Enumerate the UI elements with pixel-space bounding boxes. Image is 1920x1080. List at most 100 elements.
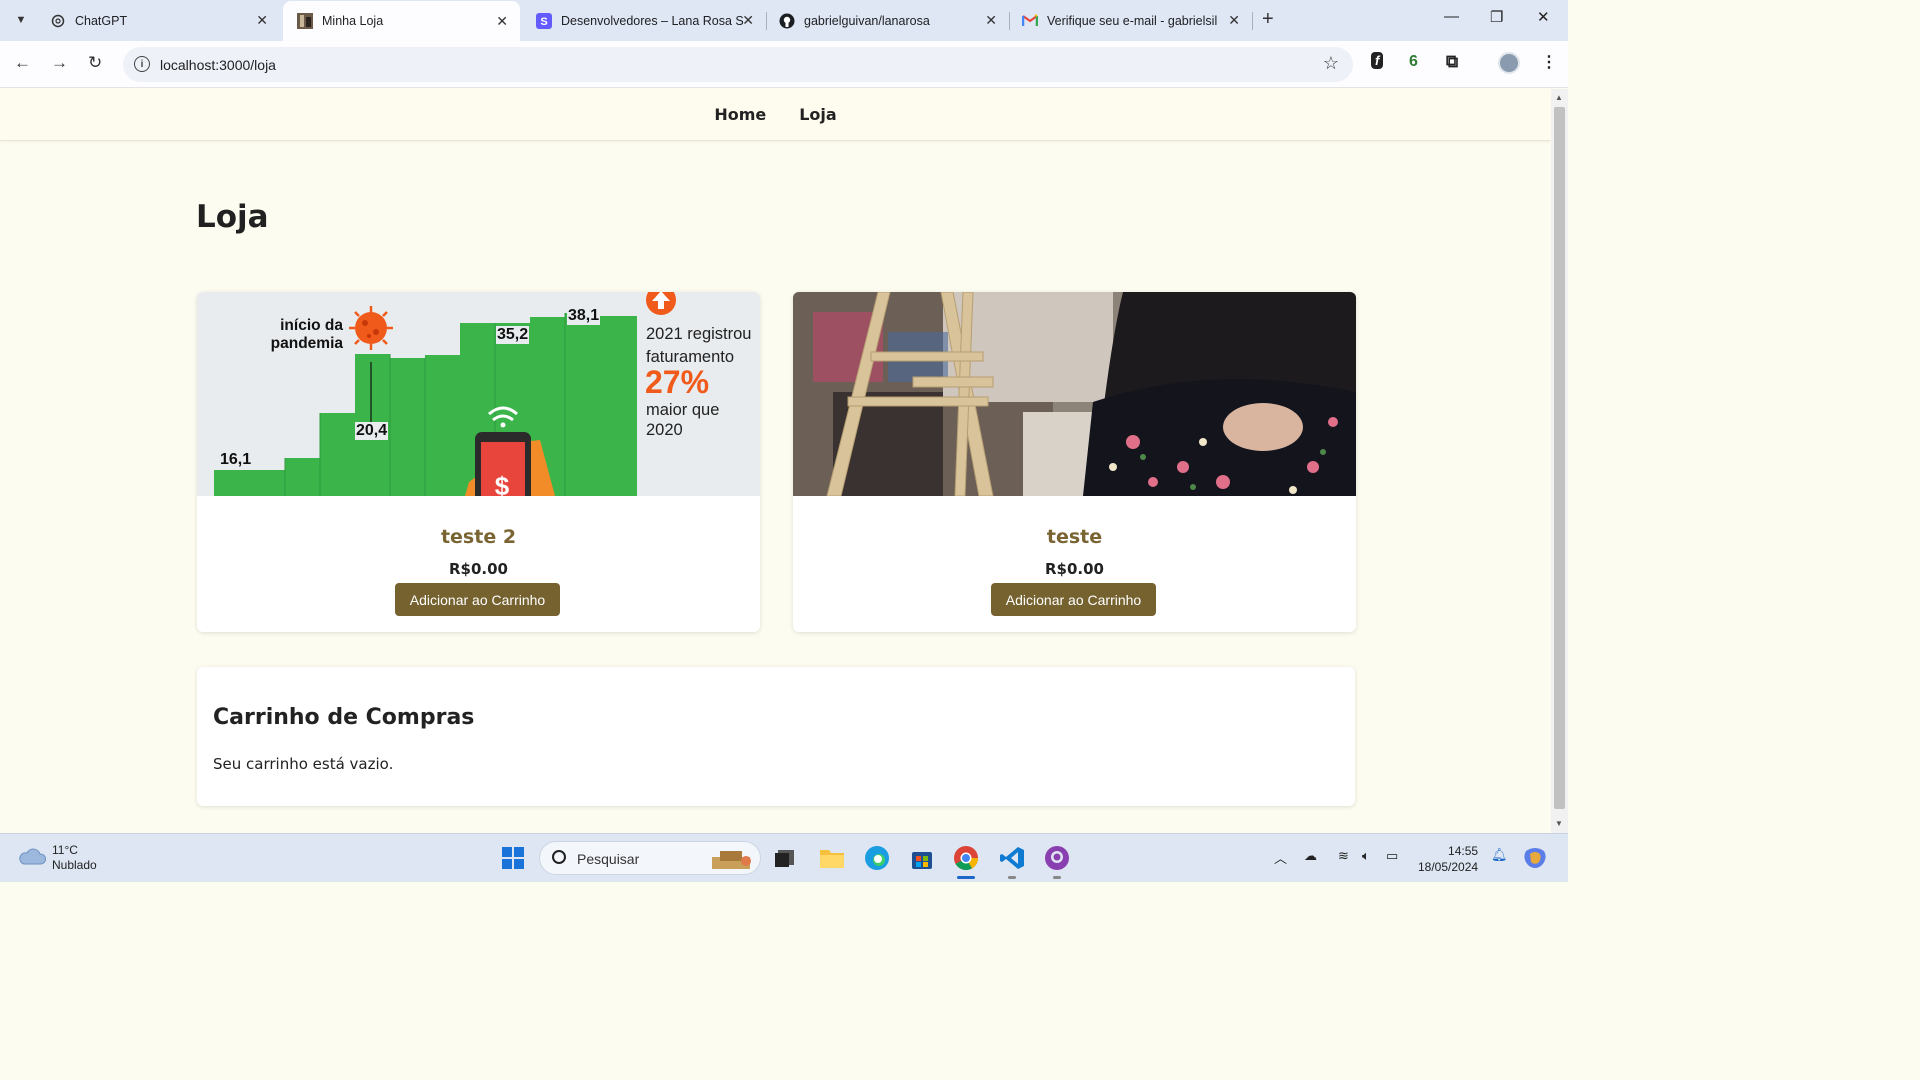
page-title: Loja [196, 199, 269, 235]
url-text[interactable]: localhost:3000/loja [160, 57, 276, 73]
back-arrow-icon[interactable]: ← [14, 53, 31, 73]
extension-f-icon[interactable]: f [1371, 52, 1384, 69]
easel-photo [793, 292, 1356, 496]
bar-value-label: 35,2 [496, 326, 530, 344]
nav-loja-link[interactable]: Loja [799, 105, 836, 124]
taskbar-search[interactable]: Pesquisar [539, 841, 761, 875]
svg-text:S: S [540, 16, 547, 28]
system-clock[interactable]: 14:55 18/05/2024 [1418, 843, 1478, 875]
chevron-down-icon: ▼ [15, 14, 27, 26]
tab-search-button[interactable]: ▼ [8, 7, 34, 33]
nav-home-link[interactable]: Home [714, 105, 766, 124]
infographic-text: 2020 [646, 421, 683, 439]
close-window-icon[interactable]: ✕ [1537, 8, 1550, 26]
product-image-infographic: $ 16,1 20,4 35,2 38,1 início da pandemia… [197, 292, 760, 496]
chevron-up-icon[interactable]: ︿ [1274, 848, 1287, 867]
tab-title: Verifique seu e-mail - gabrielsil [1047, 13, 1218, 28]
gmail-icon [1022, 13, 1038, 29]
chatgpt-icon [50, 13, 66, 29]
add-to-cart-button[interactable]: Adicionar ao Carrinho [991, 583, 1156, 616]
tab-title: Minha Loja [322, 14, 384, 28]
task-view-icon[interactable] [771, 844, 799, 872]
open-app-indicator [1053, 876, 1061, 879]
tab-title: ChatGPT [75, 13, 128, 28]
bookmark-star-icon[interactable]: ☆ [1323, 53, 1339, 74]
copilot-icon[interactable] [1521, 844, 1549, 872]
wifi-icon[interactable]: ≋ [1338, 848, 1349, 864]
tab-title: Desenvolvedores – Lana Rosa S [561, 13, 744, 28]
windows-start-icon[interactable] [499, 844, 527, 872]
github-desktop-icon[interactable] [1043, 844, 1071, 872]
microsoft-store-icon[interactable] [908, 844, 936, 872]
product-name: teste 2 [440, 526, 517, 548]
clock-time: 14:55 [1448, 844, 1479, 858]
tab-title: gabrielguivan/lanarosa [804, 13, 930, 28]
onedrive-icon[interactable]: ☁ [1304, 848, 1317, 864]
file-explorer-icon[interactable] [818, 844, 846, 872]
volume-icon[interactable]: 🔈︎ [1362, 848, 1370, 864]
close-icon[interactable]: ✕ [496, 13, 508, 30]
battery-icon[interactable]: ▭ [1386, 848, 1398, 864]
infographic-text: 2021 registrou [646, 325, 752, 343]
product-price: R$0.00 [449, 560, 508, 578]
site-nav: Home Loja [0, 89, 1551, 141]
product-name: teste [1046, 526, 1103, 548]
address-bar[interactable]: i localhost:3000/loja ☆ [123, 47, 1353, 82]
tab-chatgpt[interactable]: ChatGPT ✕ [36, 0, 280, 41]
minimize-icon[interactable]: — [1444, 8, 1459, 25]
bar-value-label: 20,4 [355, 422, 389, 440]
restore-icon[interactable]: ❐ [1490, 8, 1503, 26]
taskbar-search-placeholder: Pesquisar [577, 851, 640, 867]
svg-text:$: $ [495, 471, 510, 496]
web-page: Home Loja Loja $ 16,1 20,4 35,2 38,1 iní… [0, 89, 1551, 833]
stripe-icon: S [536, 12, 552, 29]
active-app-indicator [957, 876, 975, 879]
scrollbar-thumb[interactable] [1554, 107, 1565, 809]
profile-avatar[interactable] [1498, 52, 1520, 74]
new-tab-plus-icon[interactable]: + [1262, 8, 1274, 31]
infographic-percent: 27% [645, 364, 710, 400]
edge-browser-icon[interactable] [863, 844, 891, 872]
vertical-scrollbar[interactable]: ▲ ▼ [1551, 89, 1568, 833]
tab-stripe[interactable]: S Desenvolvedores – Lana Rosa S ✕ [522, 0, 766, 41]
menu-kebab-icon[interactable]: ⋮ [1541, 52, 1557, 72]
tab-separator [1252, 12, 1253, 30]
add-to-cart-button[interactable]: Adicionar ao Carrinho [395, 583, 560, 616]
pandemic-label: início da pandemia [270, 317, 343, 352]
weather-desc: Nublado [52, 858, 97, 872]
tab-github[interactable]: gabrielguivan/lanarosa ✕ [765, 0, 1009, 41]
taskbar: 11°C Nublado Pesquisar ︿ ☁ ≋ 🔈︎ ▭ 14:55 … [0, 833, 1568, 882]
open-app-indicator [1008, 876, 1016, 879]
notification-bell-icon[interactable]: 🔔︎ [1491, 847, 1508, 863]
product-card: teste R$0.00 Adicionar ao Carrinho [793, 292, 1356, 632]
infographic-text: maior que [646, 401, 720, 419]
tab-gmail[interactable]: Verifique seu e-mail - gabrielsil ✕ [1008, 0, 1252, 41]
close-icon[interactable]: ✕ [985, 12, 997, 29]
up-arrow-icon [646, 292, 676, 315]
product-card: $ 16,1 20,4 35,2 38,1 início da pandemia… [197, 292, 760, 632]
site-favicon [297, 13, 313, 29]
close-icon[interactable]: ✕ [256, 12, 268, 29]
bar-value-label: 16,1 [219, 451, 253, 469]
extension-badge-icon[interactable]: 6 [1409, 53, 1418, 71]
vscode-icon[interactable] [998, 844, 1026, 872]
clock-date: 18/05/2024 [1418, 860, 1479, 874]
chrome-icon[interactable] [952, 844, 980, 872]
scroll-down-icon[interactable]: ▼ [1555, 819, 1563, 828]
weather-temp: 11°C [52, 843, 78, 857]
reload-icon[interactable]: ↻ [88, 53, 102, 73]
forward-arrow-icon[interactable]: → [51, 53, 68, 73]
close-icon[interactable]: ✕ [742, 12, 754, 29]
shopping-cart: Carrinho de Compras Seu carrinho está va… [197, 667, 1355, 806]
product-price: R$0.00 [1045, 560, 1104, 578]
tab-minha-loja[interactable]: Minha Loja ✕ [283, 1, 520, 41]
github-icon [779, 13, 795, 29]
scroll-up-icon[interactable]: ▲ [1555, 93, 1563, 102]
cart-empty-message: Seu carrinho está vazio. [213, 755, 394, 773]
close-icon[interactable]: ✕ [1228, 12, 1240, 29]
site-info-icon[interactable]: i [134, 56, 150, 72]
extensions-puzzle-icon[interactable]: ⧉ [1446, 52, 1458, 72]
browser-toolbar: ← → ↻ i localhost:3000/loja ☆ f 6 ⧉ ⋮ [0, 41, 1568, 88]
cloud-icon [19, 848, 46, 865]
browser-tab-strip: ▼ ChatGPT ✕ Minha Loja ✕ S Desenvolvedor… [0, 0, 1568, 41]
